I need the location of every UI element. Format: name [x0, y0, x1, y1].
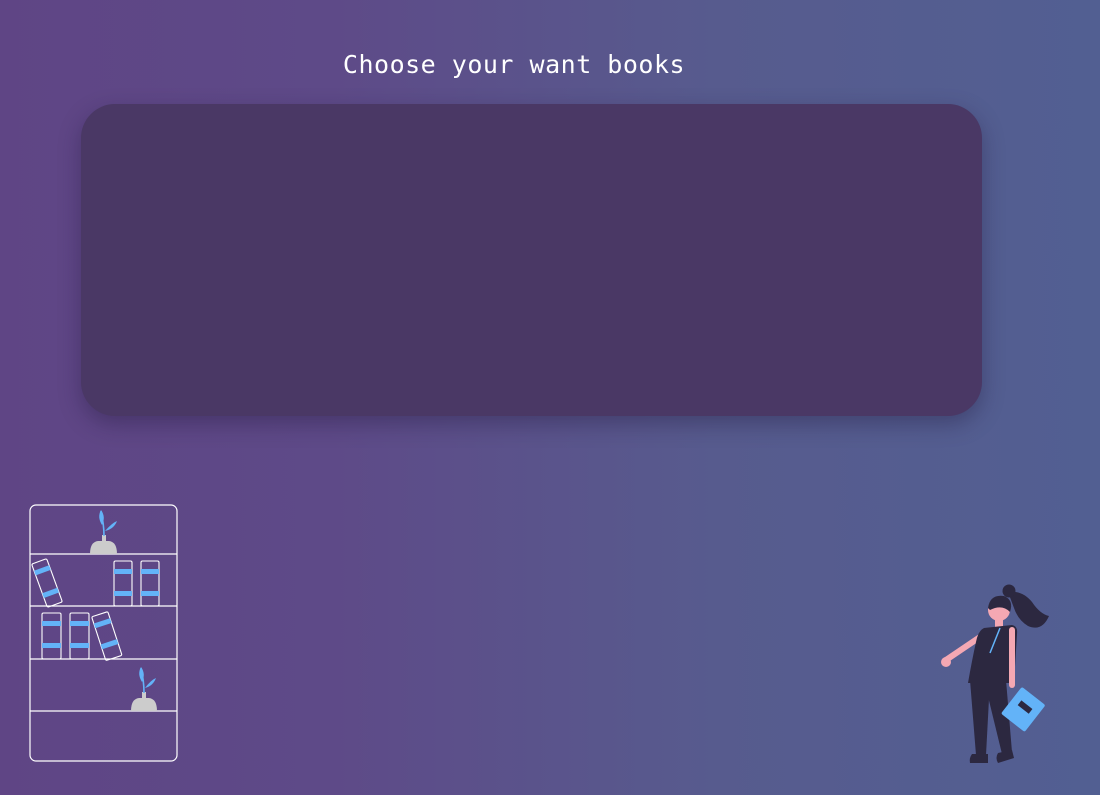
bookshelf-illustration — [29, 504, 178, 762]
ponytail — [1008, 591, 1049, 628]
hand — [941, 657, 951, 667]
book-icon — [91, 611, 123, 661]
book-icon — [41, 612, 62, 660]
page-title: Choose your want books — [342, 50, 686, 79]
plant-icon — [131, 667, 157, 711]
book-icon — [113, 560, 133, 607]
reader-with-book-illustration — [941, 584, 1049, 763]
shoe — [996, 750, 1014, 763]
book-icon — [31, 558, 63, 608]
hair-bun — [1002, 584, 1016, 598]
book-icon — [69, 612, 90, 660]
book-list-panel — [81, 104, 982, 416]
shoe — [969, 754, 988, 763]
plant-icon — [90, 510, 117, 554]
book-icon — [140, 560, 160, 607]
